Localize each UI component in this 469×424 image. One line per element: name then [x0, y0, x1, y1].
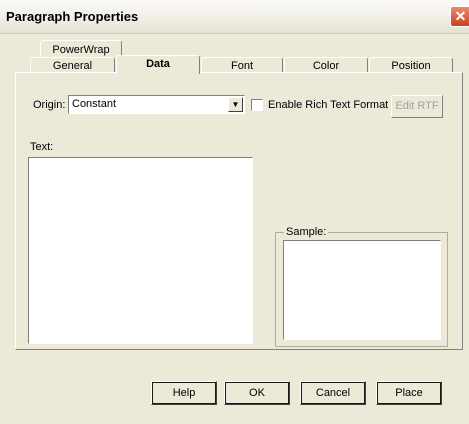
paragraph-properties-dialog: Paragraph Properties ✕ PowerWrap General…: [0, 0, 469, 424]
origin-dropdown[interactable]: Constant ▼: [68, 95, 245, 114]
text-label: Text:: [30, 141, 54, 153]
place-button[interactable]: Place: [376, 381, 442, 405]
origin-value: Constant: [72, 98, 117, 110]
text-input[interactable]: [28, 157, 253, 344]
title-bar[interactable]: Paragraph Properties ✕: [0, 0, 469, 34]
ok-button[interactable]: OK: [224, 381, 290, 405]
origin-label: Origin:: [33, 99, 66, 111]
sample-label: Sample:: [284, 226, 329, 238]
window-title: Paragraph Properties: [6, 9, 139, 24]
sample-preview: [283, 240, 441, 340]
close-icon[interactable]: ✕: [450, 6, 469, 27]
rich-text-checkbox[interactable]: [251, 99, 263, 111]
tab-data[interactable]: Data: [116, 55, 200, 74]
rich-text-label[interactable]: Enable Rich Text Format: [268, 99, 388, 111]
cancel-button[interactable]: Cancel: [300, 381, 366, 405]
chevron-down-icon[interactable]: ▼: [228, 97, 243, 112]
edit-rtf-button: Edit RTF: [391, 95, 443, 118]
help-button[interactable]: Help: [151, 381, 217, 405]
